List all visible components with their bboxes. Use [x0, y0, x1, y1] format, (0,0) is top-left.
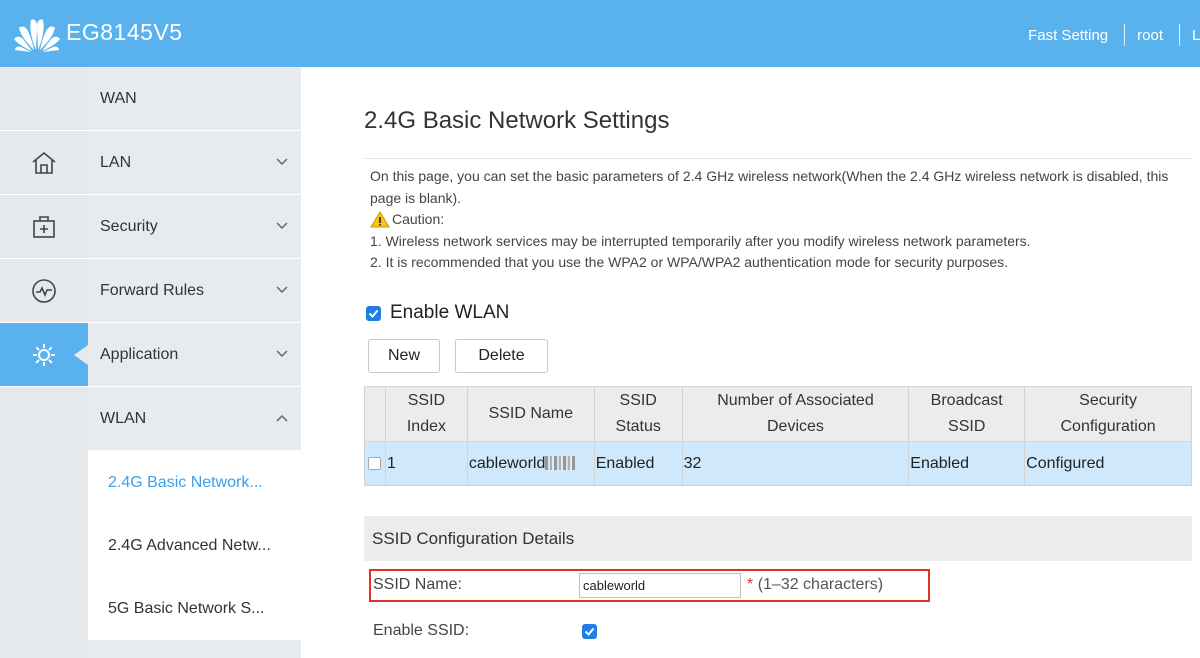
ssid-name-hint: * (1–32 characters): [747, 576, 883, 594]
menu-item-label: LAN: [100, 153, 132, 171]
column-header-name: SSID Name: [466, 386, 595, 442]
active-pointer: [74, 345, 88, 365]
menu-item-label: Forward Rules: [100, 281, 205, 299]
rail-toolbox[interactable]: [0, 195, 88, 259]
page-description: On this page, you can set the basic para…: [370, 166, 1180, 274]
enable-wlan-label: Enable WLAN: [390, 302, 510, 323]
chevron-down-icon: [276, 286, 288, 294]
divider: [1179, 24, 1180, 46]
fast-setting-link[interactable]: Fast Setting: [1028, 27, 1108, 44]
ssid-table: SSID Index SSID Name SSID Status Number of…: [364, 386, 1192, 486]
ssid-name-text: cableworld: [468, 454, 546, 472]
rail-home[interactable]: [0, 131, 88, 195]
enable-ssid-label: Enable SSID:: [373, 622, 470, 639]
device-model: EG8145V5: [66, 19, 183, 45]
icon-rail: [0, 67, 88, 658]
logout-link[interactable]: L: [1192, 27, 1200, 44]
rail-advanced[interactable]: [0, 323, 88, 387]
row-select-cell: [364, 441, 386, 486]
new-button[interactable]: New: [368, 339, 440, 373]
caution-item: 2. It is recommended that you use the WP…: [370, 254, 1009, 270]
top-links: Fast Setting root L: [1028, 24, 1200, 46]
chevron-down-icon: [276, 350, 288, 358]
column-header-devices: Number of Associated Devices: [681, 386, 910, 442]
delete-button[interactable]: Delete: [455, 339, 548, 373]
column-header-status: SSID Status: [593, 386, 683, 442]
rail-diagnose[interactable]: [0, 259, 88, 323]
row-checkbox[interactable]: [368, 456, 381, 470]
chevron-down-icon: [276, 158, 288, 166]
caution-row: Caution:: [370, 209, 1180, 231]
ssid-name-label: SSID Name:: [373, 576, 462, 593]
required-mark: *: [747, 576, 754, 593]
divider: [1124, 24, 1126, 46]
associated-devices-cell: 32: [681, 441, 910, 486]
menu-item-label: Security: [100, 217, 158, 235]
submenu-24g-advanced[interactable]: 2.4G Advanced Netw...: [88, 514, 301, 577]
ssid-index-cell: 1: [384, 441, 468, 486]
enable-wlan-row: Enable WLAN: [366, 302, 509, 324]
column-header-security: Security Configuration: [1024, 386, 1192, 442]
table-row[interactable]: 1 cableworld Enabled 32 Enabled Configur…: [364, 441, 1192, 486]
home-icon: [32, 151, 56, 174]
top-bar: EG8145V5 Fast Setting root L: [0, 0, 1200, 67]
chevron-down-icon: [276, 222, 288, 230]
menu-item-label: WLAN: [100, 409, 147, 427]
length-hint: (1–32 characters): [757, 576, 884, 593]
table-header-row: SSID Index SSID Name SSID Status Number of…: [364, 386, 1192, 442]
menu-item-label: Application: [100, 345, 179, 363]
caution-label: Caution:: [392, 211, 445, 227]
enable-wlan-checkbox[interactable]: [366, 305, 381, 321]
menu-item-forward-rules[interactable]: Forward Rules: [88, 259, 301, 323]
column-header-broadcast: Broadcast SSID: [908, 386, 1026, 442]
sidebar-menu: WAN LAN Security Forward Rules Applicati…: [88, 67, 301, 658]
enable-ssid-checkbox[interactable]: [582, 624, 597, 639]
ssid-name-cell: cableworld: [466, 441, 595, 486]
column-header-select: [364, 386, 386, 442]
menu-item-wlan[interactable]: WLAN: [88, 387, 301, 451]
chevron-up-icon: [276, 414, 288, 422]
menu-item-lan[interactable]: LAN: [88, 131, 301, 195]
intro-text: On this page, you can set the basic para…: [370, 168, 1169, 206]
user-link[interactable]: root: [1137, 27, 1163, 44]
toolbox-icon: [33, 215, 55, 238]
ssid-name-input[interactable]: [579, 573, 741, 598]
check-icon: [584, 627, 595, 636]
redacted-text: [545, 456, 576, 471]
rail-blank: [0, 67, 88, 131]
gear-icon: [33, 343, 55, 366]
caution-item: 1. Wireless network services may be inte…: [370, 232, 1031, 249]
submenu-24g-basic[interactable]: 2.4G Basic Network...: [88, 451, 301, 514]
page-title: 2.4G Basic Network Settings: [364, 107, 670, 134]
huawei-logo: [14, 19, 60, 52]
column-header-index: SSID Index: [384, 386, 468, 442]
divider: [364, 158, 1192, 159]
main-content: 2.4G Basic Network Settings On this page…: [301, 67, 1200, 658]
submenu-5g-basic[interactable]: 5G Basic Network S...: [88, 577, 301, 640]
details-section-title: SSID Configuration Details: [364, 516, 1192, 561]
security-config-cell: Configured: [1024, 441, 1192, 486]
warning-icon: [370, 211, 390, 228]
menu-item-application[interactable]: Application: [88, 323, 301, 387]
menu-item-wan[interactable]: WAN: [88, 67, 301, 131]
activity-icon: [32, 278, 56, 303]
menu-item-label: WAN: [100, 89, 137, 107]
menu-item-security[interactable]: Security: [88, 195, 301, 259]
check-icon: [368, 309, 379, 318]
ssid-status-cell: Enabled: [593, 441, 683, 486]
broadcast-ssid-cell: Enabled: [908, 441, 1026, 486]
